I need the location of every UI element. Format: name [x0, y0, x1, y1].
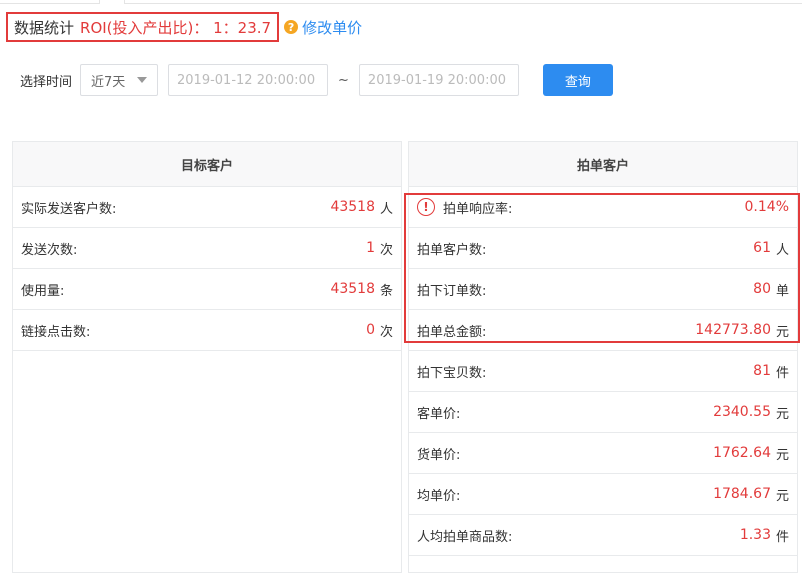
stat-unit: 人 — [379, 201, 393, 217]
stat-value: 61 — [753, 240, 771, 256]
time-filter-bar: 选择时间 近7天 2019-01-12 20:00:00 ~ 2019-01-1… — [20, 64, 613, 96]
start-date-input[interactable]: 2019-01-12 20:00:00 — [168, 64, 329, 96]
stat-label: 链接点击数: — [21, 324, 91, 340]
question-icon[interactable]: ? — [284, 20, 299, 34]
stat-label-with-alert: ! 拍单响应率: — [417, 198, 745, 217]
stat-label: 实际发送客户数: — [21, 201, 117, 217]
stat-row-order-customers: 拍单客户数: 61 人 — [409, 228, 797, 269]
chevron-down-icon — [137, 77, 148, 83]
section-label: 数据统计 — [14, 18, 75, 37]
top-border-strip — [0, 0, 802, 4]
stat-row-send-count: 发送次数: 1 次 — [13, 228, 401, 269]
stat-row-usage: 使用量: 43518 条 — [13, 269, 401, 310]
stat-value: 0.14% — [744, 199, 789, 215]
roi-highlight-box: 数据统计 ROI(投入产出比)： 1：23.7 — [6, 12, 280, 42]
stat-value: 81 — [753, 363, 771, 379]
order-customers-panel: 拍单客户 ! 拍单响应率: 0.14% 拍单客户数: 61 人 拍下订单数: 8… — [408, 141, 798, 573]
target-customers-panel: 目标客户 实际发送客户数: 43518 人 发送次数: 1 次 使用量: 435… — [12, 141, 402, 573]
stat-unit: 元 — [775, 488, 789, 504]
stat-row-order-total: 拍单总金额: 142773.80 元 — [409, 310, 797, 351]
stat-row-item-count: 拍下宝贝数: 81 件 — [409, 351, 797, 392]
stat-row-goods-price: 货单价: 1762.64 元 — [409, 433, 797, 474]
stat-row-sent-customers: 实际发送客户数: 43518 人 — [13, 187, 401, 228]
stat-unit: 条 — [379, 283, 393, 299]
end-date-input[interactable]: 2019-01-19 20:00:00 — [358, 64, 519, 96]
top-border-segment-right — [124, 0, 802, 4]
edit-price-link[interactable]: 修改单价 — [302, 17, 362, 38]
stat-value: 43518 — [330, 199, 375, 215]
time-range-select[interactable]: 近7天 — [80, 64, 159, 96]
exclamation-icon: ! — [417, 198, 435, 216]
stat-label: 拍单响应率: — [443, 201, 513, 217]
query-button[interactable]: 查询 — [542, 64, 613, 96]
order-customers-title: 拍单客户 — [409, 142, 797, 187]
stat-value: 1.33 — [739, 527, 771, 543]
stat-label: 发送次数: — [21, 242, 78, 258]
stat-unit: 件 — [775, 365, 789, 381]
top-border-segment-left — [0, 0, 100, 4]
stat-value: 142773.80 — [695, 322, 771, 338]
stat-unit: 人 — [775, 242, 789, 258]
stat-unit: 次 — [379, 324, 393, 340]
stat-unit: 元 — [775, 324, 789, 340]
stat-row-order-count: 拍下订单数: 80 单 — [409, 269, 797, 310]
stat-unit: 元 — [775, 406, 789, 422]
stat-label: 拍单总金额: — [417, 324, 487, 340]
stat-label: 货单价: — [417, 447, 461, 463]
stat-row-response-rate: ! 拍单响应率: 0.14% — [409, 187, 797, 228]
roi-value: ROI(投入产出比)： 1：23.7 — [80, 18, 272, 37]
stat-row-link-clicks: 链接点击数: 0 次 — [13, 310, 401, 351]
stat-unit: 件 — [775, 529, 789, 545]
target-customers-title: 目标客户 — [13, 142, 401, 187]
stat-value: 1 — [366, 240, 375, 256]
time-range-value: 近7天 — [91, 74, 126, 90]
stat-label: 拍单客户数: — [417, 242, 487, 258]
stat-label: 客单价: — [417, 406, 461, 422]
stat-row-average-price: 均单价: 1784.67 元 — [409, 474, 797, 515]
stat-label: 拍下订单数: — [417, 283, 487, 299]
stat-value: 1762.64 — [713, 445, 771, 461]
stat-value: 1784.67 — [713, 486, 771, 502]
stat-label: 使用量: — [21, 283, 65, 299]
stat-row-items-per-customer: 人均拍单商品数: 1.33 件 — [409, 515, 797, 556]
stat-value: 2340.55 — [713, 404, 771, 420]
stat-unit: 元 — [775, 447, 789, 463]
time-filter-label: 选择时间 — [20, 74, 73, 90]
stat-value: 0 — [366, 322, 375, 338]
stat-unit: 单 — [775, 283, 789, 299]
stat-label: 拍下宝贝数: — [417, 365, 487, 381]
stat-value: 43518 — [330, 281, 375, 297]
stat-label: 人均拍单商品数: — [417, 529, 513, 545]
stats-header: 数据统计 ROI(投入产出比)： 1：23.7 ? 修改单价 — [6, 12, 362, 42]
stat-value: 80 — [753, 281, 771, 297]
stat-label: 均单价: — [417, 488, 461, 504]
date-range-separator: ~ — [338, 72, 349, 88]
stat-row-customer-price: 客单价: 2340.55 元 — [409, 392, 797, 433]
stat-unit: 次 — [379, 242, 393, 258]
